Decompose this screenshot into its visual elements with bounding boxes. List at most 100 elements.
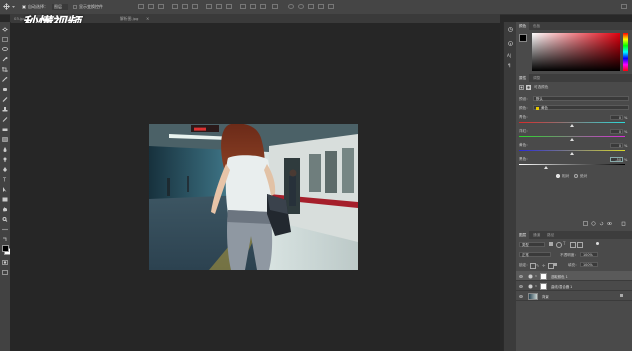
distribute-right-icon[interactable] xyxy=(260,4,266,9)
filter-smart-object-icon[interactable] xyxy=(577,242,583,248)
layer-thumbnail[interactable] xyxy=(528,292,538,300)
delete-adjustment-icon[interactable] xyxy=(621,221,626,226)
3d-drag-icon[interactable] xyxy=(318,4,324,9)
clip-to-layer-icon[interactable] xyxy=(583,221,588,226)
black-slider-thumb[interactable] xyxy=(543,166,548,169)
history-brush-tool-icon[interactable] xyxy=(2,117,8,122)
lock-all-icon[interactable] xyxy=(554,263,557,266)
crop-tool-icon[interactable] xyxy=(2,67,8,72)
filter-type-icon[interactable]: T xyxy=(563,241,568,246)
lock-position-icon[interactable]: ✛ xyxy=(542,263,547,268)
magenta-slider-thumb[interactable] xyxy=(570,138,574,141)
layer-filter-dropdown[interactable]: 类型 xyxy=(519,242,545,247)
visibility-eye-icon[interactable] xyxy=(607,221,612,226)
blend-mode-dropdown[interactable]: 正常 xyxy=(519,252,551,257)
distribute-bottom-icon[interactable] xyxy=(226,4,232,9)
tab-paths[interactable]: 路径 xyxy=(544,231,557,239)
lock-image-icon[interactable]: ✎ xyxy=(536,263,541,268)
clone-stamp-tool-icon[interactable] xyxy=(2,107,8,112)
move-tool-icon[interactable] xyxy=(3,3,10,12)
layer-mask-thumbnail[interactable] xyxy=(540,272,547,280)
eyedropper-tool-icon[interactable] xyxy=(2,77,8,82)
visibility-eye-icon[interactable] xyxy=(518,284,524,288)
gradient-tool-icon[interactable] xyxy=(2,137,8,142)
align-left-icon[interactable] xyxy=(172,4,178,9)
dodge-tool-icon[interactable] xyxy=(2,157,8,162)
filter-adjustment-icon[interactable] xyxy=(556,242,562,248)
close-tab-icon[interactable]: × xyxy=(146,16,149,21)
3d-mode-icon[interactable] xyxy=(288,4,294,9)
reset-icon[interactable] xyxy=(599,221,604,226)
type-tool-icon[interactable]: T xyxy=(2,177,8,183)
magenta-value-input[interactable]: 0 xyxy=(610,129,623,134)
cyan-value-input[interactable]: 0 xyxy=(610,115,623,120)
tab-jiexi-jpg[interactable]: 解析图.jpg xyxy=(116,15,142,23)
auto-select-checkbox[interactable] xyxy=(22,5,26,9)
workspace-icon[interactable] xyxy=(621,4,627,9)
yellow-value-input[interactable]: 0 xyxy=(610,143,623,148)
filter-toggle-icon[interactable] xyxy=(596,242,599,245)
align-vcenter-icon[interactable] xyxy=(148,4,154,9)
black-value-input[interactable]: -50 xyxy=(610,157,623,162)
3d-rotate-icon[interactable] xyxy=(298,4,304,9)
auto-select-dropdown[interactable]: 图层 xyxy=(52,4,68,10)
3d-roll-icon[interactable] xyxy=(308,4,314,9)
marquee-tool-icon[interactable] xyxy=(2,37,8,42)
tab-properties[interactable]: 属性 xyxy=(516,74,530,82)
yellow-slider-thumb[interactable] xyxy=(570,152,574,155)
tab-swatches[interactable]: 色板 xyxy=(530,22,543,30)
absolute-radio[interactable] xyxy=(574,174,578,178)
paragraph-icon[interactable]: ¶ xyxy=(508,63,513,68)
distribute-hcenter-icon[interactable] xyxy=(250,4,256,9)
hand-tool-icon[interactable] xyxy=(2,207,8,212)
align-right-icon[interactable] xyxy=(192,4,198,9)
visibility-eye-icon[interactable] xyxy=(518,274,524,278)
color-picker-field[interactable] xyxy=(532,33,620,71)
tab-layers[interactable]: 图层 xyxy=(516,231,530,239)
hue-slider[interactable] xyxy=(623,33,628,71)
pen-tool-icon[interactable] xyxy=(2,167,8,172)
layer-mask-thumbnail[interactable] xyxy=(540,282,547,290)
tab-color[interactable]: 颜色 xyxy=(516,22,530,30)
filter-pixel-icon[interactable] xyxy=(549,242,553,246)
layer-row[interactable]: 8 选取颜色 1 xyxy=(516,271,632,281)
character-icon[interactable]: A| xyxy=(507,53,512,58)
mask-icon[interactable] xyxy=(526,85,531,90)
fill-input[interactable]: 100% xyxy=(580,262,598,267)
black-slider-track[interactable] xyxy=(519,164,625,165)
quick-mask-icon[interactable] xyxy=(2,260,8,265)
opacity-input[interactable]: 100% xyxy=(580,252,598,257)
tab-channels[interactable]: 通道 xyxy=(530,231,543,239)
relative-radio[interactable] xyxy=(556,174,560,178)
blur-tool-icon[interactable] xyxy=(2,147,8,152)
foreground-background-color-swatch[interactable] xyxy=(2,245,11,255)
path-selection-tool-icon[interactable] xyxy=(2,187,8,192)
cyan-slider-track[interactable] xyxy=(519,122,625,123)
foreground-swatch[interactable] xyxy=(519,34,527,42)
move-tool-icon[interactable] xyxy=(2,27,8,32)
distribute-vcenter-icon[interactable] xyxy=(216,4,222,9)
align-top-icon[interactable] xyxy=(138,4,144,9)
document-image[interactable]: ■■■■ xyxy=(149,123,358,270)
filter-shape-icon[interactable] xyxy=(570,242,576,248)
visibility-eye-icon[interactable] xyxy=(518,294,524,298)
view-previous-state-icon[interactable] xyxy=(591,221,596,226)
healing-brush-tool-icon[interactable] xyxy=(2,87,8,92)
align-hcenter-icon[interactable] xyxy=(182,4,188,9)
lasso-tool-icon[interactable] xyxy=(2,47,8,52)
quick-select-tool-icon[interactable] xyxy=(2,57,8,62)
eraser-tool-icon[interactable] xyxy=(2,127,8,132)
distribute-left-icon[interactable] xyxy=(240,4,246,9)
rectangle-tool-icon[interactable] xyxy=(2,197,8,202)
zoom-tool-icon[interactable] xyxy=(2,217,8,222)
layer-row[interactable]: 背景 xyxy=(516,291,632,301)
transform-controls-checkbox[interactable] xyxy=(73,5,77,9)
colors-dropdown[interactable]: 黄色 xyxy=(533,105,629,110)
yellow-slider-track[interactable] xyxy=(519,150,625,151)
history-icon[interactable] xyxy=(508,27,513,32)
swap-colors-icon[interactable] xyxy=(2,237,8,242)
tab-adjustments[interactable]: 调整 xyxy=(530,74,543,82)
more-tools-icon[interactable] xyxy=(2,227,8,232)
screen-mode-icon[interactable] xyxy=(2,270,8,275)
3d-slide-icon[interactable] xyxy=(328,4,334,9)
